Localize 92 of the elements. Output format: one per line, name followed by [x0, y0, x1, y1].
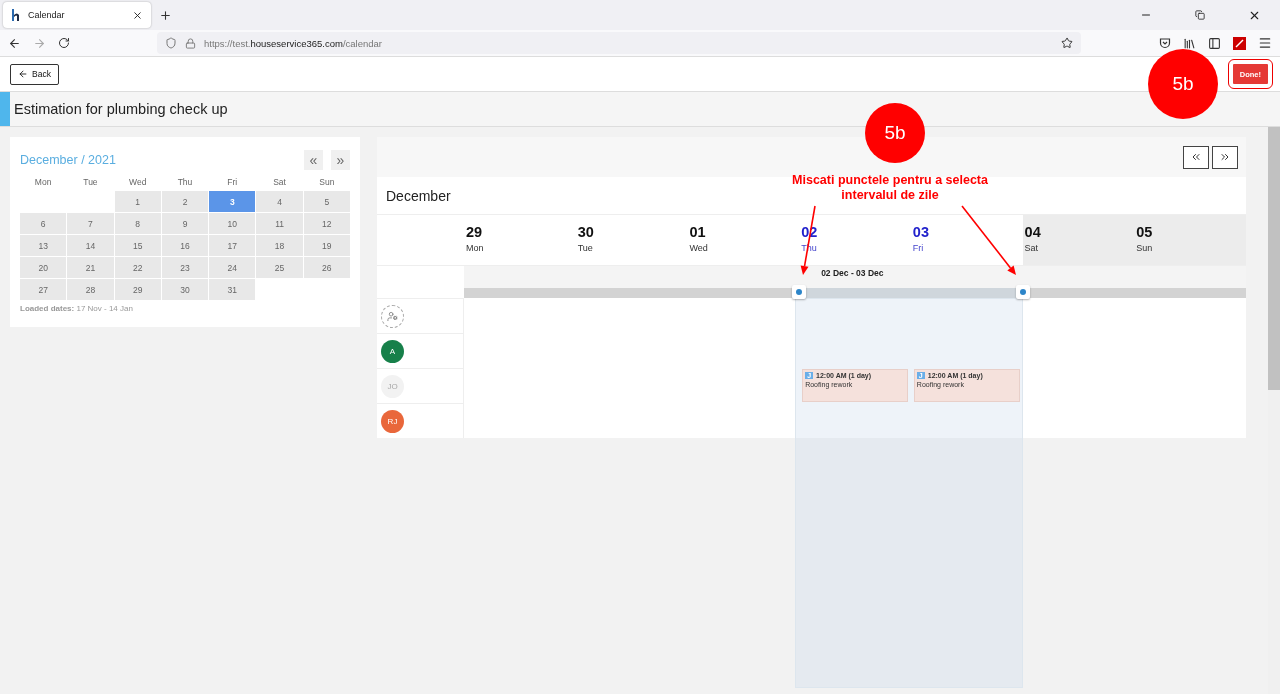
calendar-day[interactable]: 1: [114, 191, 161, 212]
month-title: December / 2021: [20, 152, 117, 167]
weekday-label: Wed: [689, 243, 709, 253]
tab-title: Calendar: [28, 10, 66, 20]
calendar-day[interactable]: 24: [209, 257, 256, 278]
weekday-label: Sat: [272, 176, 287, 189]
calendar-day[interactable]: 14: [67, 235, 114, 256]
pocket-icon[interactable]: [1159, 37, 1171, 49]
loaded-dates-text: Loaded dates: 17 Nov - 14 Jan: [20, 304, 134, 313]
calendar-day[interactable]: 30: [161, 279, 209, 300]
day-number: 29: [466, 224, 484, 240]
weekday-label: Mon: [466, 243, 485, 253]
calendar-day[interactable]: 17: [209, 235, 256, 256]
weekday-label: Wed: [128, 176, 148, 189]
arrow: [961, 205, 1016, 275]
weekday-label: Sun: [1136, 243, 1154, 253]
calendar-day[interactable]: 13: [20, 235, 67, 256]
calendar-day[interactable]: 16: [161, 235, 209, 256]
extension-icon[interactable]: [1233, 36, 1246, 50]
calendar-day[interactable]: 22: [114, 257, 161, 278]
restore-icon[interactable]: [1195, 10, 1205, 20]
calendar-day[interactable]: 3: [209, 191, 256, 212]
back-icon[interactable]: [8, 36, 21, 50]
avatar: RJ: [381, 409, 404, 433]
day-number: 30: [577, 224, 595, 240]
weekday-label: Fri: [912, 243, 925, 253]
weekday-label: Fri: [226, 176, 239, 189]
day-header[interactable]: 05 Sun: [1134, 214, 1246, 265]
star-icon[interactable]: [1061, 37, 1073, 49]
calendar-day[interactable]: 21: [67, 257, 114, 278]
weekday-label: Tue: [82, 176, 99, 189]
logo-icon: [11, 9, 21, 21]
calendar-day[interactable]: 20: [20, 257, 67, 278]
avatar: A: [381, 339, 404, 363]
close-icon[interactable]: [132, 9, 143, 21]
lock-icon: [185, 37, 196, 49]
address-bar[interactable]: https://test.houseservice365.com/calendar: [157, 32, 1081, 54]
back-button[interactable]: Back: [10, 63, 59, 85]
calendar-day[interactable]: 19: [303, 235, 350, 256]
weekday-label: Sat: [1024, 243, 1040, 253]
chevrons-left-icon: [1190, 151, 1202, 163]
calendar-day[interactable]: 26: [303, 257, 350, 278]
previous-button[interactable]: «: [304, 149, 323, 170]
scrollbar-thumb[interactable]: [1268, 127, 1280, 390]
library-icon[interactable]: [1183, 36, 1196, 50]
browser-tab[interactable]: Calendar: [3, 2, 151, 28]
next-button[interactable]: [1212, 145, 1238, 169]
calendar-day[interactable]: 31: [209, 279, 256, 300]
calendar-day[interactable]: 2: [161, 191, 209, 212]
arrow-left-icon: [18, 69, 28, 79]
calendar-day[interactable]: 8: [114, 213, 161, 234]
range-label: 02 Dec - 03 Dec: [821, 268, 884, 278]
weekday-label: Tue: [577, 243, 594, 253]
annotation-text: Miscati punctele pentru a selecta intervalul de zile: [791, 173, 989, 203]
day-header[interactable]: 04 Sat: [1022, 214, 1135, 265]
calendar-day[interactable]: 18: [256, 235, 303, 256]
user-gear-icon: [387, 310, 398, 322]
calendar-day[interactable]: 27: [20, 279, 67, 300]
range-handle[interactable]: [1015, 285, 1030, 299]
calendar-day[interactable]: 29: [114, 279, 161, 300]
range-handle[interactable]: [792, 285, 807, 299]
day-number: 03: [912, 224, 930, 240]
new-tab-icon[interactable]: [159, 8, 172, 22]
calendar-day[interactable]: 23: [161, 257, 209, 278]
calendar-day[interactable]: 6: [20, 213, 67, 234]
day-number: 05: [1136, 224, 1154, 240]
calendar-day[interactable]: 7: [67, 213, 114, 234]
calendar-day[interactable]: 15: [114, 235, 161, 256]
menu-icon[interactable]: [1258, 36, 1272, 50]
avatar: JO: [381, 374, 404, 398]
reload-icon[interactable]: [58, 37, 70, 49]
day-number: 01: [689, 224, 707, 240]
previous-button[interactable]: [1183, 145, 1209, 169]
day-number: 04: [1024, 224, 1042, 240]
calendar-day[interactable]: 25: [256, 257, 303, 278]
weekday-label: Sun: [318, 176, 336, 189]
next-button[interactable]: »: [331, 149, 350, 170]
page-title: Estimation for plumbing check up: [13, 101, 228, 117]
sidebar-icon[interactable]: [1208, 36, 1221, 50]
calendar-day[interactable]: 11: [256, 213, 303, 234]
calendar-day[interactable]: 28: [67, 279, 114, 300]
shield-icon: [165, 37, 177, 49]
calendar-day[interactable]: 9: [161, 213, 209, 234]
calendar-day[interactable]: 5: [303, 191, 350, 212]
month-label: December: [386, 187, 451, 204]
calendar-day[interactable]: 10: [209, 213, 256, 234]
chevrons-right-icon: [1219, 151, 1231, 163]
accent-bar: [0, 92, 10, 126]
calendar-day[interactable]: 4: [256, 191, 303, 212]
weekday-label: Mon: [33, 176, 53, 189]
weekday-label: Thu: [176, 176, 194, 189]
calendar-day[interactable]: 12: [303, 213, 350, 234]
